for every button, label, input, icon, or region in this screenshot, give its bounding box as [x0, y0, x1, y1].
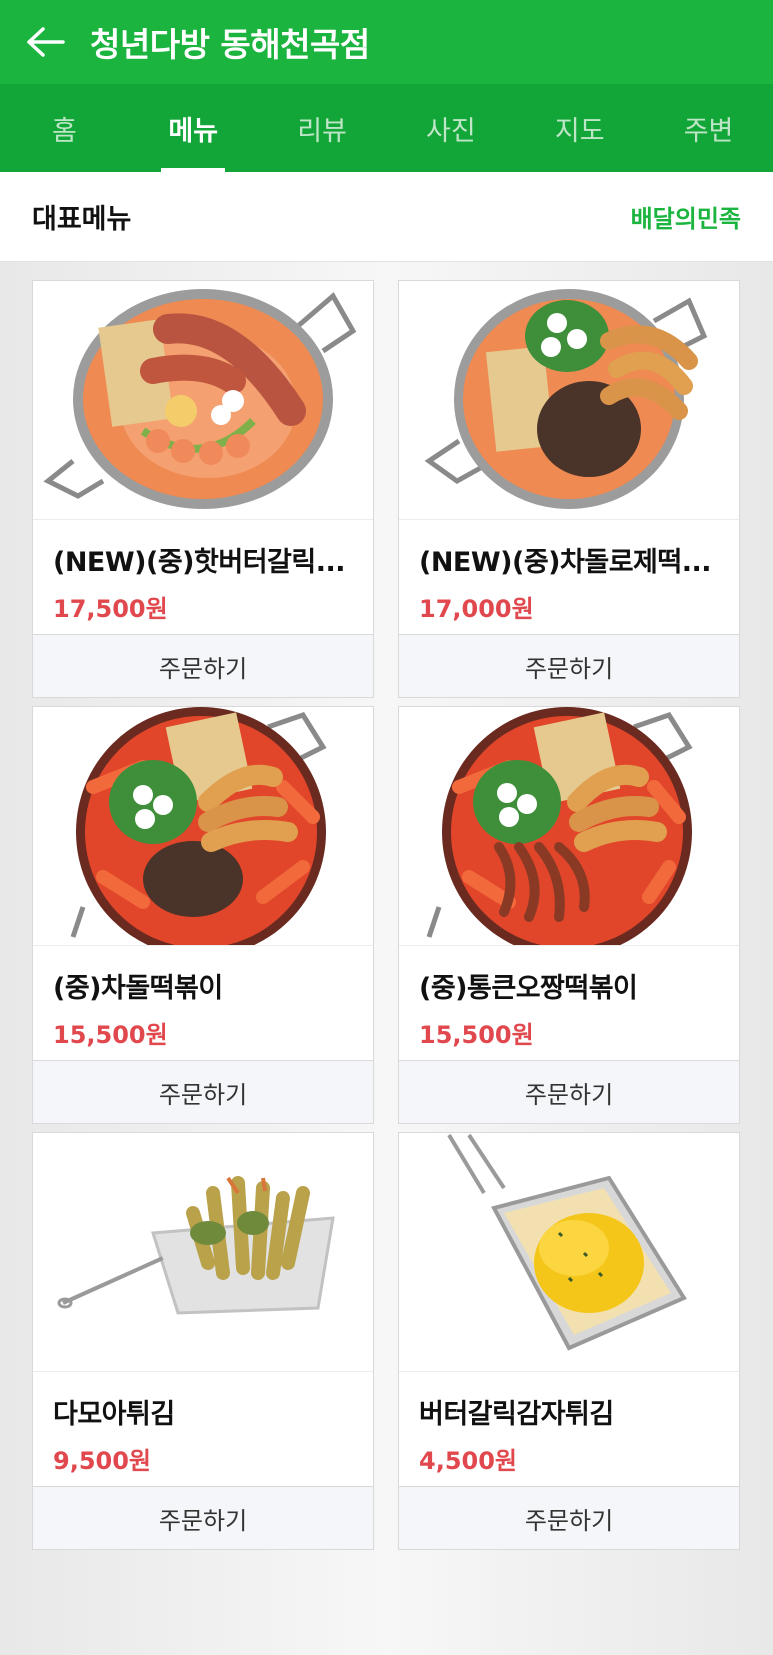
- menu-image-fried-mix-basket: [33, 1133, 373, 1371]
- menu-card[interactable]: (NEW)(중)핫버터갈릭... 17,500원 주문하기: [32, 280, 374, 698]
- page-title: 청년다방 동해천곡점: [90, 25, 370, 64]
- menu-image-tteokbokki-rose-bacon: [33, 281, 373, 519]
- order-button[interactable]: 주문하기: [399, 1486, 739, 1549]
- tab-home[interactable]: 홈: [0, 84, 129, 172]
- order-button[interactable]: 주문하기: [33, 634, 373, 697]
- menu-name: 버터갈릭감자튀김: [419, 1399, 614, 1430]
- menu-name: (중)차돌떡볶이: [53, 973, 223, 1004]
- menu-price: 9,500원: [53, 1447, 151, 1475]
- section-header: 대표메뉴 배달의민족: [0, 172, 773, 262]
- menu-image-butter-garlic-fries-basket: [399, 1133, 739, 1371]
- section-title: 대표메뉴: [32, 204, 132, 235]
- menu-name: 다모아튀김: [53, 1399, 175, 1430]
- tab-map[interactable]: 지도: [515, 84, 644, 172]
- menu-info: (NEW)(중)차돌로제떡... 17,000원: [399, 519, 739, 634]
- delivery-app-link[interactable]: 배달의민족: [631, 199, 741, 234]
- menu-name: (중)통큰오짱떡볶이: [419, 973, 638, 1004]
- tab-bar: 홈 메뉴 리뷰 사진 지도 주변: [0, 84, 773, 172]
- back-button[interactable]: [0, 0, 90, 84]
- order-button[interactable]: 주문하기: [399, 1060, 739, 1123]
- menu-image-tteokbokki-red-beef: [33, 707, 373, 945]
- order-button[interactable]: 주문하기: [399, 634, 739, 697]
- menu-card[interactable]: (중)통큰오짱떡볶이 15,500원 주문하기: [398, 706, 740, 1124]
- menu-info: (중)통큰오짱떡볶이 15,500원: [399, 945, 739, 1060]
- menu-price: 4,500원: [419, 1447, 517, 1475]
- menu-info: (중)차돌떡볶이 15,500원: [33, 945, 373, 1060]
- menu-name: (NEW)(중)핫버터갈릭...: [53, 547, 346, 578]
- menu-price: 17,000원: [419, 595, 534, 623]
- menu-price: 15,500원: [53, 1021, 168, 1049]
- menu-image-tteokbokki-rose-beef: [399, 281, 739, 519]
- tab-photos[interactable]: 사진: [386, 84, 515, 172]
- menu-price: 15,500원: [419, 1021, 534, 1049]
- tab-reviews[interactable]: 리뷰: [258, 84, 387, 172]
- menu-card[interactable]: (중)차돌떡볶이 15,500원 주문하기: [32, 706, 374, 1124]
- menu-card[interactable]: 다모아튀김 9,500원 주문하기: [32, 1132, 374, 1550]
- app-header: 청년다방 동해천곡점: [0, 0, 773, 84]
- menu-info: (NEW)(중)핫버터갈릭... 17,500원: [33, 519, 373, 634]
- menu-name: (NEW)(중)차돌로제떡...: [419, 547, 712, 578]
- menu-grid: (NEW)(중)핫버터갈릭... 17,500원 주문하기 (NEW)(중)차돌…: [0, 262, 773, 1655]
- menu-info: 다모아튀김 9,500원: [33, 1371, 373, 1486]
- menu-card[interactable]: 버터갈릭감자튀김 4,500원 주문하기: [398, 1132, 740, 1550]
- tab-nearby[interactable]: 주변: [644, 84, 773, 172]
- menu-card[interactable]: (NEW)(중)차돌로제떡... 17,000원 주문하기: [398, 280, 740, 698]
- arrow-left-icon: [27, 27, 65, 57]
- tab-menu[interactable]: 메뉴: [129, 84, 258, 172]
- menu-info: 버터갈릭감자튀김 4,500원: [399, 1371, 739, 1486]
- order-button[interactable]: 주문하기: [33, 1060, 373, 1123]
- menu-image-tteokbokki-red-squid: [399, 707, 739, 945]
- menu-price: 17,500원: [53, 595, 168, 623]
- order-button[interactable]: 주문하기: [33, 1486, 373, 1549]
